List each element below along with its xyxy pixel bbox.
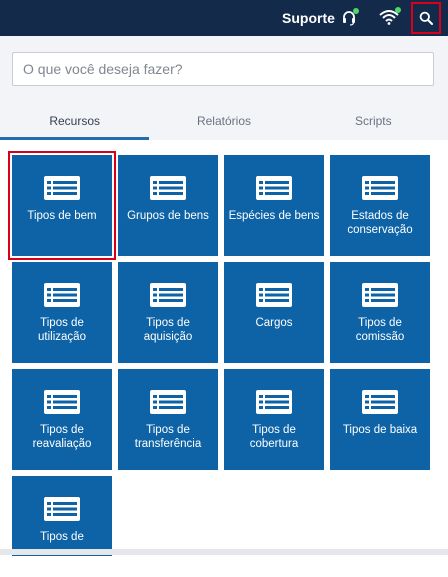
bottom-scrollbar[interactable] [0,549,448,555]
list-icon [43,175,81,201]
list-icon [43,282,81,308]
list-icon [361,389,399,415]
list-icon [149,389,187,415]
tile-label: Tipos de baixa [342,424,418,436]
tile-label: Tipos de cobertura [249,424,299,450]
list-icon [361,282,399,308]
tile-tipos-de-bem[interactable]: Tipos de bem [8,151,116,260]
search-icon [419,11,433,25]
headset-icon [341,8,359,26]
tab-label: Recursos [49,114,100,128]
tab-bar: Recursos Relatórios Scripts [0,102,448,140]
tile-tipos-de-partial[interactable]: Tipos de [12,476,112,556]
list-icon [255,282,293,308]
tab-relatorios[interactable]: Relatórios [149,102,298,140]
wifi-status-dot [395,7,401,13]
wifi-icon [379,7,401,25]
tile-label: Cargos [255,317,293,329]
tile-label: Tipos de comissão [355,317,405,343]
wifi-status[interactable] [379,7,401,30]
tile-label: Espécies de bens [228,210,320,222]
list-icon [255,175,293,201]
search-button[interactable] [411,2,441,34]
list-icon [149,282,187,308]
tile-cargos[interactable]: Cargos [224,262,324,363]
list-icon [361,175,399,201]
resource-grid: Tipos de bem Grupos de bens Espécies de … [8,151,430,577]
tile-label: Tipos de aquisição [143,317,193,343]
tile-label: Estados de conservação [347,210,413,236]
tab-scripts[interactable]: Scripts [299,102,448,140]
tile-label: Tipos de reavaliação [32,424,92,450]
list-icon [255,389,293,415]
tile-grupos-de-bens[interactable]: Grupos de bens [118,155,218,256]
list-icon [43,496,81,522]
tile-label: Tipos de utilização [38,317,86,343]
tile-label: Grupos de bens [127,210,209,222]
tile-estados-de-conservacao[interactable]: Estados de conservação [330,155,430,256]
tile-tipos-de-comissao[interactable]: Tipos de comissão [330,262,430,363]
tile-tipos-de-reavaliacao[interactable]: Tipos de reavaliação [12,369,112,470]
support-label: Suporte [282,10,335,26]
tile-tipos-de-baixa[interactable]: Tipos de baixa [330,369,430,470]
search-input[interactable] [12,52,434,86]
tab-label: Scripts [354,114,392,128]
list-icon [149,175,187,201]
tile-tipos-de-transferencia[interactable]: Tipos de transferência [118,369,218,470]
search-area [0,36,448,102]
list-icon [43,389,81,415]
tile-label: Tipos de transferência [134,424,202,450]
tile-label: Tipos de [40,531,84,543]
support-link[interactable]: Suporte [282,0,359,36]
status-dot [352,8,359,14]
tab-label: Relatórios [196,114,251,128]
tile-tipos-de-aquisicao[interactable]: Tipos de aquisição [118,262,218,363]
tile-tipos-de-cobertura[interactable]: Tipos de cobertura [224,369,324,470]
tile-tipos-de-utilizacao[interactable]: Tipos de utilização [12,262,112,363]
top-bar: Suporte [0,0,448,36]
tile-label: Tipos de bem [27,210,97,222]
tab-recursos[interactable]: Recursos [0,102,150,140]
tile-especies-de-bens[interactable]: Espécies de bens [224,155,324,256]
